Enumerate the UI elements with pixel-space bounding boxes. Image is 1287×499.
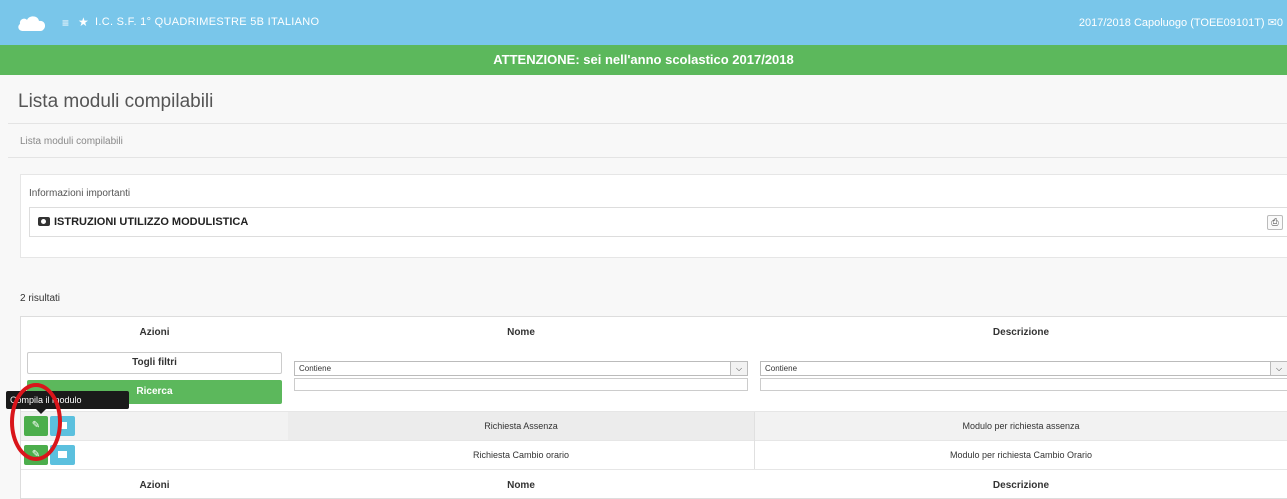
column-header-azioni[interactable]: Azioni: [21, 327, 288, 338]
top-navbar: ≡ ★ I.C. S.F. 1° QUADRIMESTRE 5B ITALIAN…: [0, 0, 1287, 45]
info-panel-label: Informazioni importanti: [29, 188, 131, 199]
nome-filter-select[interactable]: Contiene ⌵: [294, 361, 748, 376]
module-name: Richiesta Cambio orario: [472, 450, 570, 460]
column-header-descrizione[interactable]: Descrizione: [754, 327, 1287, 338]
column-divider: [754, 412, 755, 469]
column-header-nome[interactable]: Nome: [288, 327, 754, 338]
instructions-item[interactable]: ISTRUZIONI UTILIZZO MODULISTICA ⎙: [29, 207, 1287, 237]
chevron-down-icon: ⌵: [1270, 362, 1287, 375]
module-description: Modulo per richiesta assenza: [962, 421, 1080, 431]
column-footer-descrizione: Descrizione: [992, 480, 1050, 491]
nome-filter-input[interactable]: [294, 378, 748, 391]
class-title: I.C. S.F. 1° QUADRIMESTRE 5B ITALIANO: [95, 16, 320, 28]
highlight-annotation: [10, 383, 62, 461]
breadcrumb[interactable]: Lista moduli compilabili: [20, 136, 123, 147]
module-name: Richiesta Assenza: [288, 412, 754, 440]
school-year-info[interactable]: 2017/2018 Capoluogo (TOEE09101T) ✉0: [1079, 16, 1283, 29]
star-icon[interactable]: ★: [78, 15, 89, 29]
year-alert-banner: ATTENZIONE: sei nell'anno scolastico 201…: [0, 45, 1287, 75]
cloud-logo-icon[interactable]: [16, 14, 48, 32]
divider: [8, 157, 1287, 158]
modules-table: Azioni Nome Descrizione Togli filtri Ric…: [20, 316, 1287, 499]
info-panel: Informazioni importanti ISTRUZIONI UTILI…: [20, 174, 1287, 258]
column-footer-azioni: Azioni: [139, 480, 170, 491]
descrizione-filter-input[interactable]: [760, 378, 1287, 391]
camera-icon: [38, 217, 50, 226]
descrizione-filter-select[interactable]: Contiene ⌵: [760, 361, 1287, 376]
hamburger-icon[interactable]: ≡: [62, 16, 69, 30]
clear-filters-button[interactable]: Togli filtri: [27, 352, 282, 374]
column-footer-nome: Nome: [507, 480, 535, 491]
module-description: Modulo per richiesta Cambio Orario: [949, 450, 1093, 460]
chevron-down-icon: ⌵: [730, 362, 747, 375]
main-content: Lista moduli compilabili Lista moduli co…: [0, 75, 1287, 499]
nome-filter-value: Contiene: [299, 364, 332, 373]
instructions-title-text: ISTRUZIONI UTILIZZO MODULISTICA: [54, 216, 249, 228]
instructions-title[interactable]: ISTRUZIONI UTILIZZO MODULISTICA: [38, 216, 248, 228]
table-row: ✎ Richiesta Assenza Modulo per richiesta…: [21, 412, 1287, 440]
page-title: Lista moduli compilabili: [18, 91, 214, 112]
results-count: 2 risultati: [20, 293, 61, 304]
print-icon[interactable]: ⎙: [1267, 215, 1283, 230]
descrizione-filter-value: Contiene: [765, 364, 798, 373]
table-row: ✎ Richiesta Cambio orario Modulo per ric…: [21, 441, 1287, 469]
divider: [8, 123, 1287, 124]
divider: [21, 469, 1287, 470]
